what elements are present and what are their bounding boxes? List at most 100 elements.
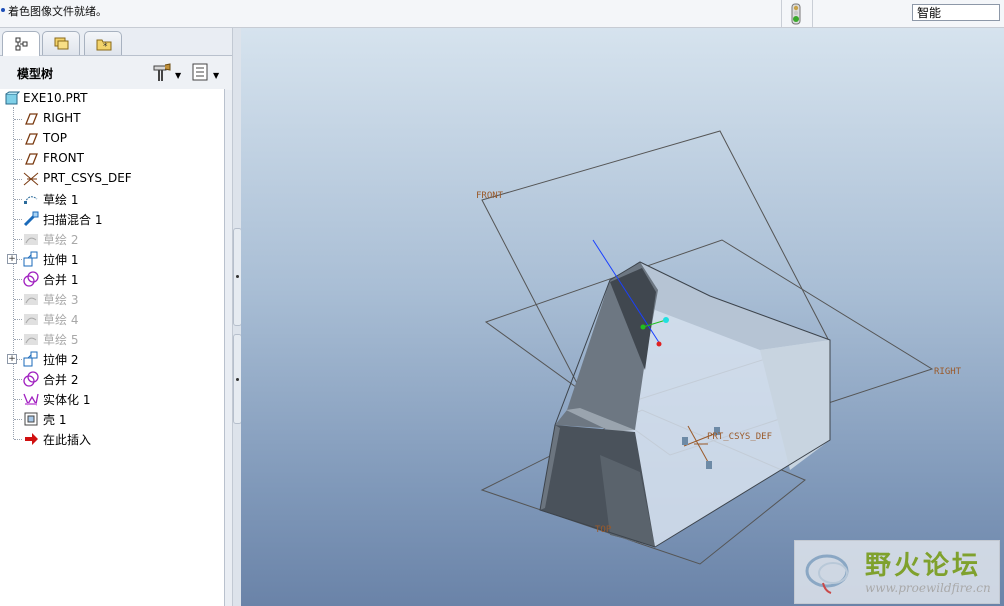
- tree-guide-line: [14, 279, 22, 280]
- sketch-icon: [23, 331, 39, 347]
- tree-item-label: TOP: [43, 131, 68, 145]
- hammer-icon: [153, 63, 171, 81]
- tree-guide-line: [14, 339, 22, 340]
- datum-plane-icon: [23, 151, 39, 167]
- tree-item-label: 拉伸 2: [43, 353, 79, 367]
- graphics-window[interactable]: FRONT RIGHT TOP PRT_CSYS_DEF: [241, 28, 1004, 606]
- tree-item-label: EXE10.PRT: [23, 91, 88, 105]
- tree-guide-line: [14, 439, 22, 440]
- folder-browser-icon: [54, 37, 69, 50]
- tab-folder-browser[interactable]: [42, 31, 80, 55]
- tree-item-label: 草绘 2: [43, 233, 79, 247]
- tree-item[interactable]: 合并 1: [0, 269, 222, 289]
- tree-item-label: 壳 1: [43, 413, 67, 427]
- tree-item-label: 草绘 1: [43, 193, 79, 207]
- tree-item-label: 草绘 3: [43, 293, 79, 307]
- tree-item[interactable]: 草绘 2: [0, 229, 222, 249]
- tree-item[interactable]: + 拉伸 2: [0, 349, 222, 369]
- tree-item[interactable]: PRT_CSYS_DEF: [0, 169, 222, 189]
- top-datum-label[interactable]: TOP: [595, 525, 612, 535]
- expand-icon[interactable]: +: [7, 254, 17, 264]
- tree-item[interactable]: FRONT: [0, 149, 222, 169]
- watermark-url: www.proewildfire.cn: [865, 581, 991, 595]
- solidify-icon: [23, 391, 39, 407]
- chevron-down-icon: ▼: [175, 71, 182, 80]
- selection-filter-select[interactable]: 智能: [912, 4, 1000, 21]
- model-graphics: FRONT RIGHT TOP PRT_CSYS_DEF: [476, 130, 962, 565]
- tree-item[interactable]: 草绘 1: [0, 189, 222, 209]
- sketch-icon: [23, 291, 39, 307]
- favorites-icon: *: [96, 39, 112, 52]
- tab-model-tree[interactable]: [2, 31, 40, 56]
- tree-tools-menu[interactable]: ▼: [151, 61, 185, 85]
- tree-item-label: 在此插入: [43, 433, 92, 447]
- tree-item-label: 实体化 1: [43, 393, 91, 407]
- tree-guide-line: [14, 139, 22, 140]
- swept-blend-icon: [23, 211, 39, 227]
- message-bullet-icon: [1, 8, 5, 12]
- model-tree-header: 模型树 ▼ ▼: [0, 55, 232, 90]
- datum-plane-icon: [23, 111, 39, 127]
- front-datum-label[interactable]: FRONT: [476, 191, 504, 201]
- tree-guide-line: [14, 219, 22, 220]
- tree-guide-line: [14, 119, 22, 120]
- insert-here-arrow-icon: [23, 431, 39, 447]
- sketch-icon: [23, 231, 39, 247]
- expand-icon[interactable]: +: [7, 354, 17, 364]
- navigator-tabs: *: [0, 28, 232, 56]
- csys-label[interactable]: PRT_CSYS_DEF: [707, 432, 772, 442]
- splitter-grip[interactable]: [236, 378, 239, 381]
- status-message: 着色图像文件就绪。: [8, 5, 107, 18]
- chevron-down-icon: ▼: [213, 71, 220, 80]
- csys-icon: [23, 171, 39, 187]
- tree-item[interactable]: 合并 2: [0, 369, 222, 389]
- status-separator: [781, 0, 782, 27]
- status-separator: [812, 0, 813, 27]
- tree-item[interactable]: 草绘 3: [0, 289, 222, 309]
- splitter-grip[interactable]: [236, 275, 239, 278]
- tree-guide-line: [14, 319, 22, 320]
- forum-logo-icon: [805, 554, 849, 594]
- merge-icon: [23, 271, 39, 287]
- tree-guide-line: [14, 239, 22, 240]
- extrude-icon: [23, 351, 39, 367]
- regeneration-status-icon[interactable]: [790, 3, 802, 25]
- tree-item-label: 草绘 4: [43, 313, 79, 327]
- extrude-icon: [23, 251, 39, 267]
- tree-settings-menu[interactable]: ▼: [191, 61, 225, 85]
- tree-item[interactable]: TOP: [0, 129, 222, 149]
- svg-text:*: *: [103, 42, 108, 52]
- tree-item[interactable]: 实体化 1: [0, 389, 222, 409]
- tree-guide-line: [14, 399, 22, 400]
- sketch-icon: [23, 311, 39, 327]
- part-icon: [4, 91, 21, 107]
- tree-item[interactable]: RIGHT: [0, 109, 222, 129]
- tree-item-label: 草绘 5: [43, 333, 79, 347]
- tab-favorites[interactable]: *: [84, 31, 122, 55]
- tree-item[interactable]: 草绘 4: [0, 309, 222, 329]
- model-tree-list: EXE10.PRT RIGHT TOP FRONT PRT_CSYS_DEF 草绘 1 扫描…: [0, 89, 225, 606]
- model-tree-icon: [15, 37, 28, 51]
- tree-item[interactable]: 壳 1: [0, 409, 222, 429]
- tree-item[interactable]: 扫描混合 1: [0, 209, 222, 229]
- tree-item-label: FRONT: [43, 151, 84, 165]
- tree-guide-line: [14, 199, 22, 200]
- tree-guide-line: [14, 419, 22, 420]
- tree-item-label: RIGHT: [43, 111, 81, 125]
- right-datum-label[interactable]: RIGHT: [934, 367, 962, 377]
- datum-plane-icon: [23, 131, 39, 147]
- tree-item-label: 扫描混合 1: [43, 213, 103, 227]
- tree-item[interactable]: + 拉伸 1: [0, 249, 222, 269]
- tree-guide-line: [14, 179, 22, 180]
- tree-root-item[interactable]: EXE10.PRT: [0, 89, 222, 109]
- tree-item-label: 合并 2: [43, 373, 79, 387]
- tree-item[interactable]: 草绘 5: [0, 329, 222, 349]
- shell-icon: [23, 411, 39, 427]
- sketch-icon: [23, 191, 39, 207]
- navigator-panel: * 模型树 ▼ ▼ EXE10.PRT RIGHT TOP FRONT PRT_CSYS…: [0, 28, 232, 606]
- solid-model[interactable]: [539, 261, 831, 548]
- tree-item-label: PRT_CSYS_DEF: [43, 171, 132, 185]
- watermark-title: 野火论坛: [865, 551, 982, 581]
- model-tree-title: 模型树: [17, 67, 54, 81]
- tree-item[interactable]: 在此插入: [0, 429, 222, 449]
